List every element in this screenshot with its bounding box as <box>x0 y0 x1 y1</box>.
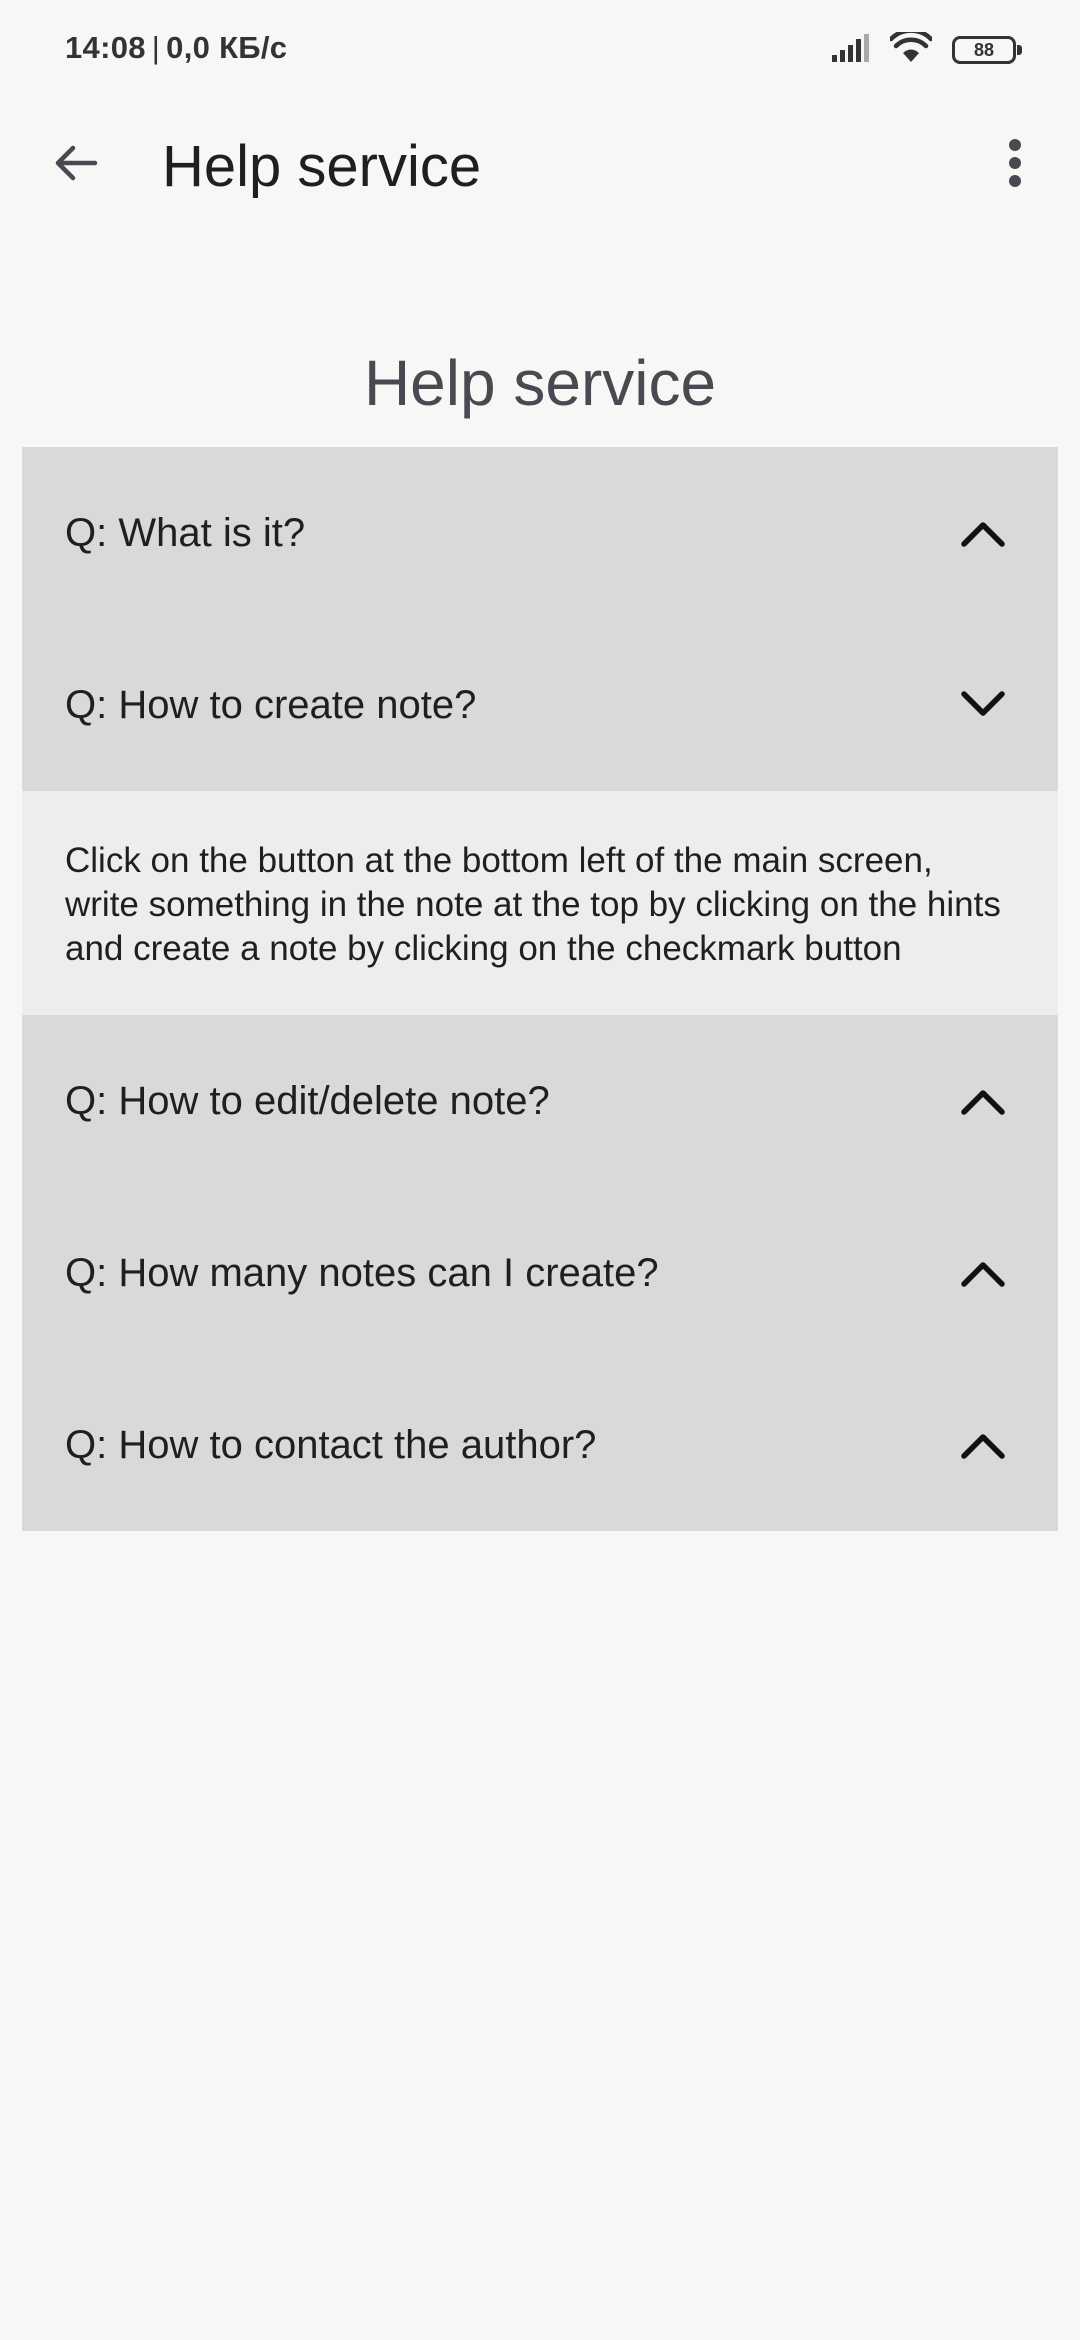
faq-question-text: Q: How many notes can I create? <box>65 1250 659 1295</box>
faq-question-text: Q: How to edit/delete note? <box>65 1078 550 1123</box>
chevron-up-icon[interactable] <box>960 1250 1006 1296</box>
back-button[interactable] <box>40 130 110 200</box>
more-options-button[interactable] <box>980 130 1050 200</box>
battery-level: 88 <box>973 40 995 60</box>
faq-question-text: Q: How to create note? <box>65 682 477 727</box>
faq-question-text: Q: What is it? <box>65 510 306 555</box>
faq-question-contact-author[interactable]: Q: How to contact the author? <box>22 1359 1058 1531</box>
status-bar: 14:08 | 0,0 КБ/с 88 <box>0 0 1080 100</box>
chevron-up-icon[interactable] <box>960 510 1006 556</box>
faq-question-edit-delete-note[interactable]: Q: How to edit/delete note? <box>22 1015 1058 1187</box>
faq-question-what-is-it[interactable]: Q: What is it? <box>22 447 1058 619</box>
app-bar-title: Help service <box>162 134 482 199</box>
status-left: 14:08 | 0,0 КБ/с <box>65 30 287 66</box>
network-speed: 0,0 КБ/с <box>166 30 288 65</box>
faq-question-create-note[interactable]: Q: How to create note? <box>22 619 1058 791</box>
arrow-left-icon <box>51 139 99 192</box>
more-vert-icon <box>1007 138 1023 193</box>
status-separator: | <box>151 30 161 65</box>
faq-answer-create-note: Click on the button at the bottom left o… <box>22 791 1058 1015</box>
chevron-down-icon[interactable] <box>960 682 1006 728</box>
page-heading: Help service <box>363 346 717 419</box>
chevron-up-icon[interactable] <box>960 1078 1006 1124</box>
faq-list: Q: What is it? Q: How to create note? Cl… <box>22 447 1058 1531</box>
status-icons: 88 <box>830 27 1022 69</box>
chevron-up-icon[interactable] <box>960 1422 1006 1468</box>
wifi-icon <box>888 27 934 69</box>
top-app-bar: Help service <box>0 110 1080 230</box>
status-time: 14:08 <box>65 30 146 65</box>
battery-icon: 88 <box>952 36 1022 64</box>
faq-question-text: Q: How to contact the author? <box>65 1422 597 1467</box>
faq-question-how-many-notes[interactable]: Q: How many notes can I create? <box>22 1187 1058 1359</box>
signal-icon <box>830 33 870 68</box>
